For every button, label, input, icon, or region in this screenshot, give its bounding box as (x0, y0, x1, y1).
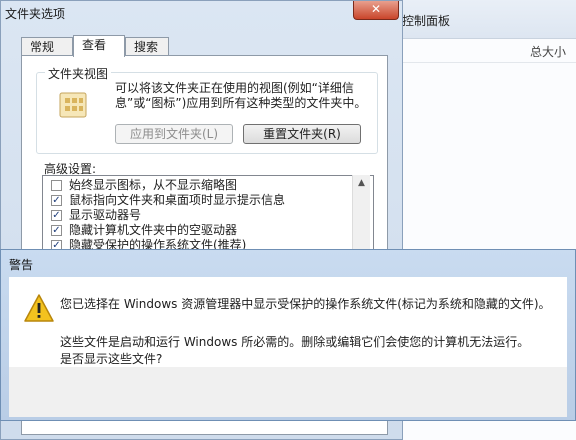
checkbox-checked[interactable]: ✓ (51, 225, 62, 236)
apply-to-folders-button[interactable]: 应用到文件夹(L) (115, 124, 233, 144)
checkbox[interactable] (51, 180, 62, 191)
warning-body: 您已选择在 Windows 资源管理器中显示受保护的操作系统文件(标记为系统和隐… (9, 277, 567, 367)
warning-line-1: 您已选择在 Windows 资源管理器中显示受保护的操作系统文件(标记为系统和隐… (60, 297, 551, 311)
warning-line-2: 这些文件是启动和运行 Windows 所必需的。删除或编辑它们会使您的计算机无法… (60, 335, 530, 349)
tab-label: 搜索 (134, 40, 159, 54)
size-column-header[interactable]: 总大小 (530, 43, 566, 60)
warning-title: 警告 (9, 258, 34, 272)
list-item[interactable]: ✓ 隐藏计算机文件夹中的空驱动器 (51, 223, 238, 238)
tab-label: 查看 (82, 38, 107, 52)
control-panel-title: 控制面板 (402, 14, 451, 28)
folder-views-label: 文件夹视图 (45, 65, 112, 82)
tab-view[interactable]: 查看 (73, 35, 125, 57)
list-item[interactable]: ✓ 鼠标指向文件夹和桌面项时显示提示信息 (51, 193, 286, 208)
list-item-label: 始终显示图标，从不显示缩略图 (69, 178, 238, 192)
reset-folders-button[interactable]: 重置文件夹(R) (243, 124, 361, 144)
control-panel-titlebar: 控制面板 (390, 0, 576, 39)
close-button[interactable]: ✕ (353, 1, 399, 20)
scroll-up-icon[interactable]: ▲ (353, 175, 370, 191)
folder-views-icon (59, 92, 87, 118)
folder-views-description: 可以将该文件夹正在使用的视图(例如“详细信息”或“图标”)应用到所有这种类型的文… (115, 81, 367, 110)
folder-options-title: 文件夹选项 (5, 7, 66, 21)
list-item-label: 显示驱动器号 (69, 208, 142, 222)
list-item-label: 隐藏计算机文件夹中的空驱动器 (69, 223, 238, 237)
warning-dialog: 警告 您已选择在 Windows 资源管理器中显示受保护的操作系统文件(标记为系… (0, 249, 576, 421)
tab-search[interactable]: 搜索 (125, 37, 169, 56)
warning-line-3: 是否显示这些文件? (60, 352, 163, 366)
warning-footer (9, 367, 567, 417)
list-item[interactable]: 始终显示图标，从不显示缩略图 (51, 178, 238, 193)
tab-label: 常规 (30, 40, 55, 54)
folder-views-group: 文件夹视图 可以将该文件夹正在使用的视图(例如“详细信息”或“图标”)应用到所有… (36, 65, 378, 154)
list-item[interactable]: ✓ 显示驱动器号 (51, 208, 142, 223)
list-item-label: 鼠标指向文件夹和桌面项时显示提示信息 (69, 193, 286, 207)
close-icon: ✕ (370, 2, 382, 16)
checkbox-checked[interactable]: ✓ (51, 195, 62, 206)
warning-triangle-icon (24, 294, 54, 322)
checkbox-checked[interactable]: ✓ (51, 210, 62, 221)
tab-general[interactable]: 常规 (21, 37, 73, 56)
